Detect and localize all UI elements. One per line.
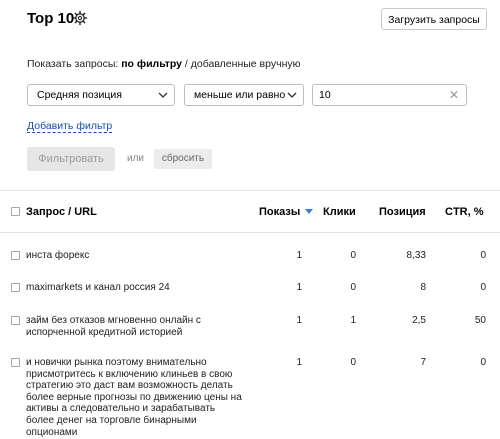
show-queries-label: Показать запросы: <box>27 58 119 70</box>
clear-icon[interactable]: ✕ <box>449 89 459 101</box>
value-input[interactable]: 10 ✕ <box>312 84 467 106</box>
shows-value: 1 <box>296 357 302 368</box>
sort-desc-icon <box>305 209 314 215</box>
operator-select[interactable]: меньше или равно <box>184 84 304 106</box>
value-input-text: 10 <box>319 89 331 101</box>
query-text-line: испорченной кредитной историей <box>26 327 183 338</box>
query-text[interactable]: maximarkets и канал россия 24 <box>26 282 170 293</box>
clicks-value: 0 <box>350 250 356 261</box>
operator-select-value: меньше или равно <box>194 89 286 101</box>
clicks-value: 0 <box>350 357 356 368</box>
table-top-divider <box>0 190 500 191</box>
apply-filter-button[interactable]: Фильтровать <box>27 147 115 171</box>
or-label: или <box>127 153 145 164</box>
select-all-checkbox[interactable] <box>11 207 20 216</box>
by-filter-option[interactable]: по фильтру <box>121 58 182 70</box>
add-filter-link[interactable]: Добавить фильтр <box>27 120 113 133</box>
shows-value: 1 <box>296 315 302 326</box>
position-value: 8 <box>420 282 426 293</box>
ctr-value: 0 <box>480 250 486 261</box>
query-text-line: присмотритесь к включению клиньев в свою <box>26 368 233 380</box>
position-value: 7 <box>420 357 426 368</box>
position-value: 2,5 <box>412 315 426 326</box>
upload-queries-button[interactable]: Загрузить запросы <box>381 8 487 30</box>
shows-value: 1 <box>296 282 302 293</box>
field-select-value: Средняя позиция <box>37 89 122 101</box>
column-header-shows-label: Показы <box>259 206 301 218</box>
column-header-shows[interactable]: Показы <box>259 206 314 218</box>
ctr-value: 0 <box>480 282 486 293</box>
reset-button[interactable]: сбросить <box>154 149 212 169</box>
row-checkbox[interactable] <box>11 251 20 260</box>
query-text[interactable]: и новички рынка поэтому внимательно прис… <box>26 357 242 438</box>
row-checkbox[interactable] <box>11 358 20 367</box>
query-text-line: более верные прогнозы по движению цены н… <box>26 391 242 403</box>
query-text-line: более денег на торговле бинарными <box>26 414 197 426</box>
ctr-value: 0 <box>480 357 486 368</box>
shows-value: 1 <box>296 250 302 261</box>
manual-option[interactable]: добавленные вручную <box>191 58 301 70</box>
column-header-clicks[interactable]: Клики <box>323 206 356 218</box>
show-queries-row: Показать запросы: по фильтру / добавленн… <box>27 58 301 70</box>
option-separator: / <box>184 58 188 70</box>
chevron-down-icon <box>287 92 297 98</box>
query-text-line: опционами <box>26 426 78 438</box>
field-select[interactable]: Средняя позиция <box>27 84 175 106</box>
column-header-query[interactable]: Запрос / URL <box>26 206 97 218</box>
position-value: 8,33 <box>406 250 426 261</box>
chevron-down-icon <box>158 92 168 98</box>
query-text[interactable]: займ без отказов мгновенно онлайн с испо… <box>26 315 201 339</box>
row-checkbox[interactable] <box>11 316 20 325</box>
page-title: Top 10 <box>27 10 75 27</box>
column-header-ctr[interactable]: CTR, % <box>445 206 484 218</box>
clicks-value: 0 <box>350 282 356 293</box>
ctr-value: 50 <box>474 315 486 326</box>
row-checkbox[interactable] <box>11 283 20 292</box>
column-header-position[interactable]: Позиция <box>379 206 426 218</box>
gear-icon[interactable] <box>72 10 88 26</box>
query-text-line: стратегию это даст вам возможность делат… <box>26 380 233 392</box>
clicks-value: 1 <box>350 315 356 326</box>
query-text-line: займ без отказов мгновенно онлайн с <box>26 315 201 326</box>
query-text[interactable]: инста форекс <box>26 250 89 261</box>
header-divider <box>0 232 500 233</box>
query-text-line: активы а следовательно и зарабатывать <box>26 403 216 415</box>
query-text-line: и новички рынка поэтому внимательно <box>26 357 207 368</box>
